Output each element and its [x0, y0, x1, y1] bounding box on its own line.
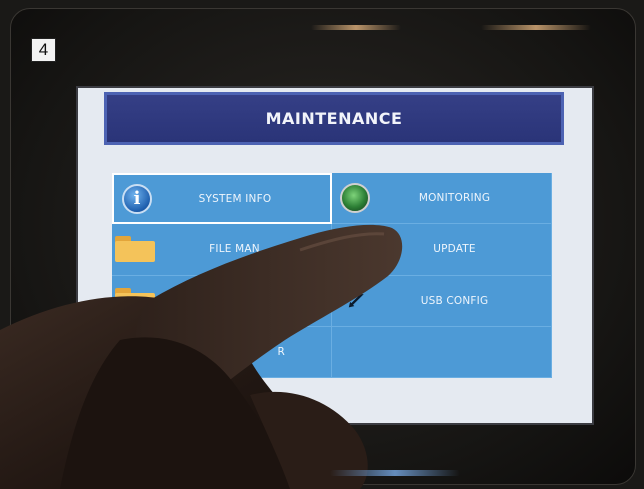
menu-item-label: MONITORING	[418, 192, 491, 205]
menu-item-system-info[interactable]: i SYSTEM INFO	[112, 173, 332, 225]
bezel-glint	[311, 25, 401, 30]
page-title: MAINTENANCE	[104, 92, 564, 145]
bezel-glint	[481, 25, 591, 30]
menu-item-file-manager[interactable]: FILE MAN	[112, 224, 332, 276]
page-title-text: MAINTENANCE	[265, 109, 403, 128]
menu-item-label: SYSTEM INFO	[198, 192, 272, 205]
folder-icon	[115, 236, 155, 263]
menu-item-label: UPDATE	[433, 243, 476, 256]
folder-icon	[115, 287, 155, 314]
menu-item-row4-left[interactable]: R	[112, 326, 332, 378]
menu-item-usb-config[interactable]: ⭍ USB CONFIG	[332, 275, 552, 327]
menu-item-row4-right[interactable]	[332, 326, 552, 378]
bezel-led-strip	[330, 470, 460, 476]
touch-screen[interactable]: MAINTENANCE i SYSTEM INFO MONITORING FIL…	[76, 86, 594, 425]
menu-item-update[interactable]: UPDATE	[332, 224, 552, 276]
menu-item-label: R	[277, 345, 285, 358]
monitoring-icon	[340, 183, 370, 214]
menu-item-folder[interactable]	[112, 275, 332, 327]
step-badge: 4	[31, 38, 56, 62]
menu-item-label: FILE MAN	[209, 243, 260, 256]
info-icon: i	[122, 183, 152, 214]
menu-item-label: USB CONFIG	[420, 294, 489, 307]
usb-icon: ⭍	[345, 283, 365, 312]
maintenance-menu: i SYSTEM INFO MONITORING FILE MAN UPDATE…	[112, 173, 552, 378]
menu-item-monitoring[interactable]: MONITORING	[332, 173, 552, 225]
